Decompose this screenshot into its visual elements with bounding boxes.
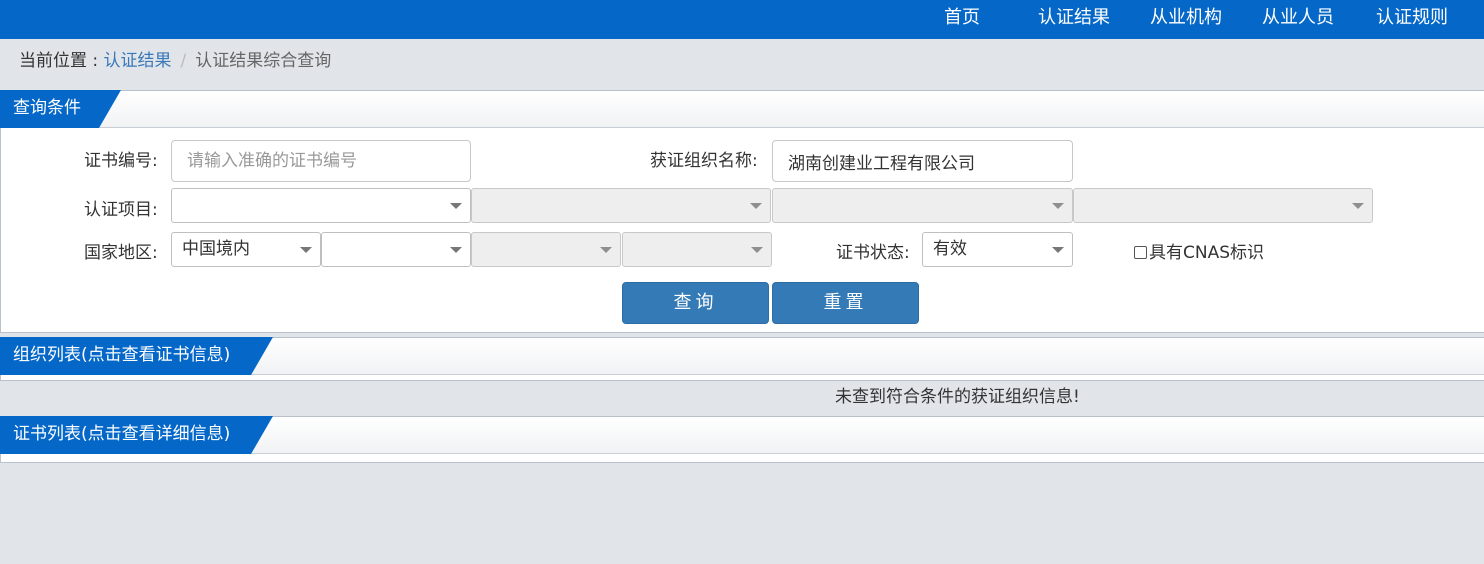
cert-status-select-value: 有效	[933, 239, 967, 259]
chevron-down-icon	[751, 247, 763, 253]
org-list-panel-header: 组织列表(点击查看证书信息)	[1, 338, 1484, 375]
breadcrumb-separator: /	[180, 51, 187, 71]
query-button[interactable]: 查询	[622, 282, 769, 324]
chevron-down-icon	[1352, 203, 1364, 209]
nav-cert-rules[interactable]: 认证规则	[1376, 0, 1448, 39]
chevron-down-icon	[300, 247, 312, 253]
query-panel-header: 查询条件	[1, 91, 1484, 128]
breadcrumb-link-cert-results[interactable]: 认证结果	[104, 51, 172, 71]
cert-project-select[interactable]	[171, 188, 471, 223]
nav-cert-results[interactable]: 认证结果	[1038, 0, 1110, 39]
chevron-down-icon	[450, 247, 462, 253]
cert-status-select[interactable]: 有效	[922, 232, 1073, 267]
query-panel-title: 查询条件	[0, 90, 121, 128]
nav-home[interactable]: 首页	[944, 0, 980, 39]
cert-project-label: 认证项目:	[84, 200, 158, 220]
org-list-empty-message: 未查到符合条件的获证组织信息!	[835, 387, 1080, 407]
chevron-down-icon	[1052, 247, 1064, 253]
cnas-checkbox-label[interactable]: 具有CNAS标识	[1134, 241, 1264, 265]
breadcrumb: 当前位置 : 认证结果 / 认证结果综合查询	[19, 49, 331, 73]
breadcrumb-current: 认证结果综合查询	[195, 51, 332, 71]
region-country-select[interactable]: 中国境内	[171, 232, 321, 267]
cert-number-label: 证书编号:	[84, 151, 158, 171]
org-name-label: 获证组织名称:	[650, 151, 758, 171]
cert-number-input[interactable]	[171, 140, 471, 182]
cert-list-panel-header: 证书列表(点击查看详细信息)	[1, 417, 1484, 454]
breadcrumb-prefix: 当前位置 :	[19, 51, 104, 71]
cnas-checkbox-text: 具有CNAS标识	[1149, 243, 1265, 263]
reset-button[interactable]: 重置	[772, 282, 919, 324]
top-navbar: 首页 认证结果 从业机构 从业人员 认证规则	[0, 0, 1484, 39]
region-city-select	[471, 232, 621, 267]
nav-institutions[interactable]: 从业机构	[1150, 0, 1222, 39]
org-list-panel: 组织列表(点击查看证书信息)	[0, 337, 1484, 381]
org-name-input[interactable]	[772, 140, 1073, 182]
region-country-select-value: 中国境内	[182, 239, 250, 259]
org-list-panel-title: 组织列表(点击查看证书信息)	[0, 337, 273, 375]
chevron-down-icon	[600, 247, 612, 253]
cert-list-panel: 证书列表(点击查看详细信息)	[0, 416, 1484, 463]
cert-list-panel-title: 证书列表(点击查看详细信息)	[0, 416, 273, 454]
region-province-select[interactable]	[321, 232, 471, 267]
cnas-checkbox[interactable]	[1134, 246, 1147, 259]
nav-personnel[interactable]: 从业人员	[1262, 0, 1334, 39]
cert-project-sub-select-1	[471, 188, 771, 223]
cert-status-label: 证书状态:	[836, 243, 910, 263]
cert-project-sub-select-2	[772, 188, 1073, 223]
region-district-select	[622, 232, 772, 267]
chevron-down-icon	[1052, 203, 1064, 209]
cert-project-sub-select-3	[1073, 188, 1373, 223]
chevron-down-icon	[450, 203, 462, 209]
region-label: 国家地区:	[84, 243, 158, 263]
chevron-down-icon	[750, 203, 762, 209]
